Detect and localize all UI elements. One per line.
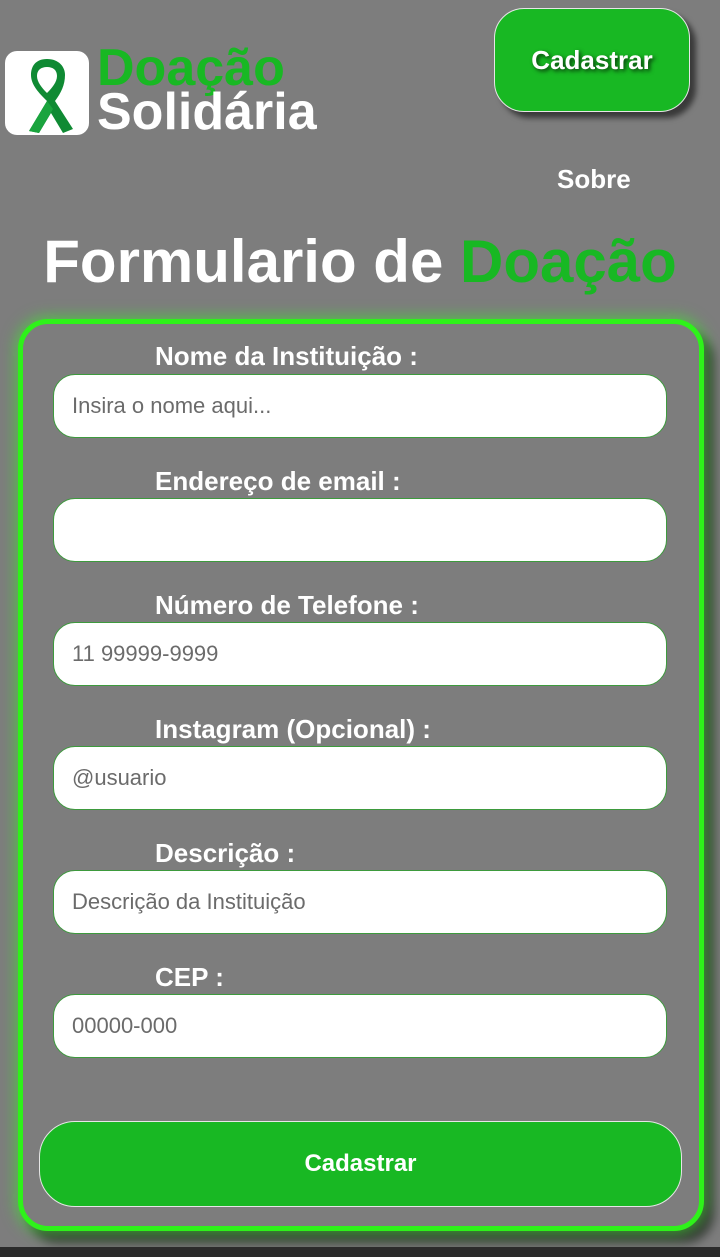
phone-label: Número de Telefone : (155, 590, 419, 620)
page-title-accent: Doação (459, 228, 677, 295)
nav-link-sobre[interactable]: Sobre (557, 164, 631, 195)
instagram-label: Instagram (Opcional) : (155, 714, 431, 744)
email-input[interactable] (53, 498, 667, 562)
cep-input[interactable] (53, 994, 667, 1058)
bottom-bar (0, 1247, 720, 1257)
logo-text-line2: Solidária (97, 83, 317, 141)
institution-name-label: Nome da Instituição : (155, 341, 418, 371)
email-label: Endereço de email : (155, 466, 401, 496)
cep-label: CEP : (155, 962, 224, 992)
phone-input[interactable] (53, 622, 667, 686)
instagram-input[interactable] (53, 746, 667, 810)
submit-cadastrar-button[interactable]: Cadastrar (39, 1121, 682, 1207)
description-input[interactable] (53, 870, 667, 934)
institution-name-input[interactable] (53, 374, 667, 438)
header-cadastrar-button[interactable]: Cadastrar (494, 8, 690, 112)
logo-badge (5, 51, 89, 135)
page-title: Formulario de Doação (0, 226, 720, 298)
awareness-ribbon-icon (29, 59, 73, 133)
site-logo[interactable]: Doação Solidária (5, 39, 335, 144)
page-title-prefix: Formulario de (43, 228, 460, 295)
description-label: Descrição : (155, 838, 296, 868)
